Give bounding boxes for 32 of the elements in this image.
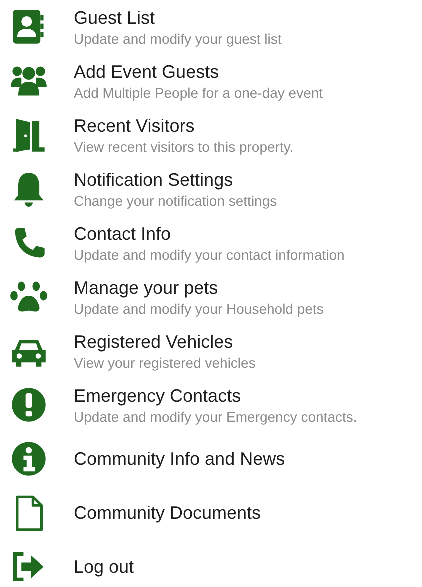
menu-item[interactable]: Emergency Contacts Update and modify your Emergency contacts. xyxy=(0,378,422,432)
menu-item-title: Community Info and News xyxy=(74,448,286,470)
menu-item-title: Registered Vehicles xyxy=(74,332,234,352)
menu-item[interactable]: Manage your pets Update and modify your Household pets xyxy=(0,270,422,324)
menu-item-title: Log out xyxy=(74,556,134,578)
menu-item[interactable]: Community Documents xyxy=(0,486,422,540)
menu-item[interactable]: Community Info and News xyxy=(0,432,422,486)
menu-item-subtitle: Update and modify your contact information xyxy=(74,246,345,262)
menu-item[interactable]: Recent Visitors View recent visitors to this property. xyxy=(0,108,422,162)
menu-item-subtitle: View your registered vehicles xyxy=(74,354,256,370)
menu-item-subtitle: Change your notification settings xyxy=(74,192,278,208)
menu-item-title: Contact Info xyxy=(74,224,172,244)
menu-item-title: Add Event Guests xyxy=(74,62,220,82)
menu-item-subtitle: Update and modify your Household pets xyxy=(74,300,324,316)
menu-item[interactable]: Guest List Update and modify your guest list xyxy=(0,0,422,54)
menu-item[interactable]: Registered Vehicles View your registered vehicles xyxy=(0,324,422,378)
menu-item[interactable]: Notification Settings Change your notification settings xyxy=(0,162,422,216)
menu-item-subtitle: Update and modify your guest list xyxy=(74,30,282,46)
menu-item-title: Emergency Contacts xyxy=(74,386,242,406)
menu-item-subtitle: Update and modify your Emergency contacts. xyxy=(74,408,358,424)
info-icon xyxy=(10,440,48,478)
menu-item-subtitle: View recent visitors to this property. xyxy=(74,138,294,154)
menu-item-title: Recent Visitors xyxy=(74,116,196,136)
menu-item[interactable]: Log out xyxy=(0,540,422,587)
menu-item-title: Manage your pets xyxy=(74,278,220,298)
menu-item[interactable]: Contact Info Update and modify your contact information xyxy=(0,216,422,270)
menu-item-title: Notification Settings xyxy=(74,170,234,190)
menu-item[interactable]: Add Event Guests Add Multiple People for a one-day event xyxy=(0,54,422,108)
menu-item-title: Community Documents xyxy=(74,502,262,524)
menu-item-title: Guest List xyxy=(74,8,156,28)
menu-item-subtitle: Add Multiple People for a one-day event xyxy=(74,84,324,100)
exclamation-icon xyxy=(10,386,48,424)
